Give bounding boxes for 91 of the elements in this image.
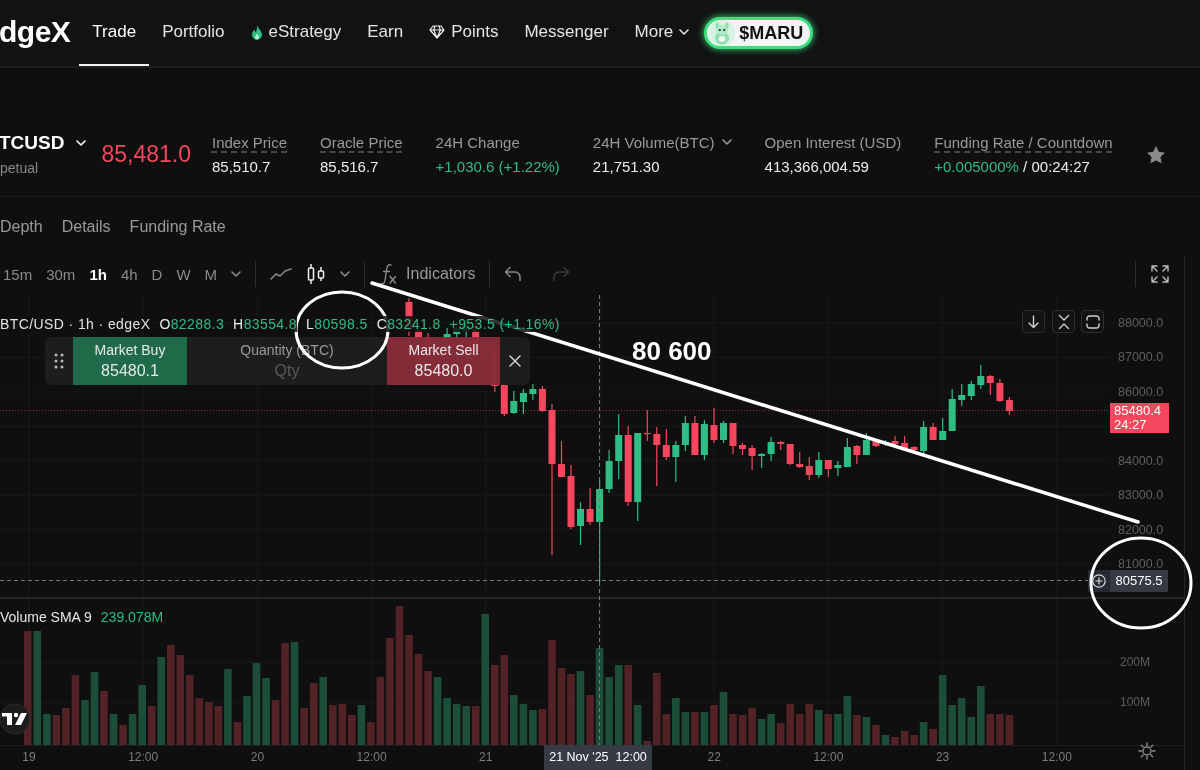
- stat-label: Oracle Price: [320, 133, 403, 151]
- line-chart-icon[interactable]: [270, 268, 293, 280]
- price-axis-label: 88000.0: [1118, 315, 1164, 331]
- time-axis-label: 21: [478, 749, 494, 765]
- price-axis-label: 86000.0: [1118, 383, 1164, 400]
- price-axis-label: 81000.0: [1118, 556, 1164, 572]
- mascot-icon: [709, 20, 736, 46]
- volume-axis-label: 100M: [1120, 694, 1151, 710]
- crosshair-price-label: 80575.5: [1110, 570, 1168, 592]
- close-icon[interactable]: [509, 355, 521, 367]
- crosshair-time-label: 21 Nov '25 12:00: [544, 745, 652, 770]
- favorite-star-icon[interactable]: [1146, 144, 1166, 164]
- stat-value: 21,751.30: [592, 157, 660, 175]
- stat-value: 85,516.7: [320, 157, 379, 175]
- time-axis-label: 12:00: [1040, 749, 1073, 765]
- nav-tab[interactable]: eStrategy: [237, 0, 355, 66]
- nav-tab[interactable]: Trade: [79, 0, 150, 66]
- chart-logo-icon[interactable]: [0, 703, 31, 735]
- symbol-selector[interactable]: TCUSD: [0, 132, 87, 154]
- countdown-value: / 00:24:27: [1023, 157, 1090, 175]
- stat-value: 85,510.7: [212, 157, 271, 175]
- interval-button[interactable]: 4h: [120, 265, 138, 283]
- chevron-down-icon[interactable]: [721, 139, 732, 145]
- undo-icon[interactable]: [504, 266, 523, 282]
- ohlc-value: O82288.3: [159, 316, 225, 332]
- interval-button[interactable]: M: [204, 265, 218, 283]
- tag-countdown-text: 24:27: [1114, 418, 1148, 432]
- diamond-icon: [429, 25, 446, 39]
- time-axis-label: 12:00: [355, 749, 388, 765]
- stat-dropdown[interactable]: 24H Volume(BTC): [592, 133, 732, 151]
- market-buy-button[interactable]: Market Buy 85480.1: [73, 337, 187, 385]
- brand-logo[interactable]: dgeX: [0, 15, 71, 49]
- price-axis-label: 82000.0: [1118, 521, 1164, 538]
- drag-handle-icon[interactable]: [54, 353, 64, 369]
- time-axis-label: 12:00: [812, 749, 845, 765]
- nav-tab[interactable]: More: [621, 0, 703, 66]
- time-axis-label: 19: [21, 749, 37, 765]
- price-axis-label: 84000.0: [1118, 452, 1164, 469]
- chart-legend-title: BTC/USD · 1h · edgeX: [0, 316, 151, 332]
- time-axis-label: 12:00: [127, 749, 160, 765]
- market-sell-button[interactable]: Market Sell 85480.0: [387, 337, 500, 385]
- quantity-input[interactable]: Qty: [197, 361, 377, 380]
- candlestick-icon[interactable]: [306, 263, 327, 285]
- ohlc-value: C83241.8: [376, 316, 441, 332]
- time-axis-label: 23: [934, 749, 951, 765]
- stat-value: +1,030.6 (+1.22%): [435, 157, 560, 175]
- chart-control-button[interactable]: [1052, 310, 1075, 333]
- interval-button[interactable]: D: [151, 265, 163, 283]
- interval-button[interactable]: W: [176, 265, 191, 283]
- chart-control-button[interactable]: [1022, 310, 1045, 333]
- nav-tab[interactable]: Points: [416, 0, 512, 66]
- funding-rate-value: +0.005000%: [934, 157, 1019, 175]
- stat-value: 413,366,004.59: [764, 157, 869, 175]
- indicators-button[interactable]: Indicators: [379, 263, 476, 285]
- token-button[interactable]: $MARU: [704, 17, 814, 49]
- nav-tab[interactable]: Messenger: [511, 0, 622, 66]
- plus-circle-icon: [1092, 574, 1106, 588]
- annotation-text: 80 600: [632, 336, 712, 366]
- nav-tab[interactable]: Earn: [354, 0, 417, 66]
- chevrons-icon: [1057, 313, 1070, 330]
- bracket-frame-icon: [1085, 314, 1100, 329]
- ohlc-value: H83554.8: [233, 316, 298, 332]
- stat-label: Funding Rate / Countdown: [934, 133, 1113, 151]
- ohlc-value: L80598.5: [306, 316, 368, 332]
- stat-label: Index Price: [212, 133, 288, 151]
- volume-axis-label: 200M: [1120, 654, 1151, 670]
- settings-icon[interactable]: [1138, 742, 1156, 760]
- time-axis-label: 20: [249, 749, 266, 765]
- price-change-value: +953.5 (+1.16%): [449, 316, 560, 332]
- indicator-title: Volume SMA 9: [0, 609, 92, 625]
- interval-button[interactable]: 1h: [89, 265, 107, 283]
- flame-icon: [250, 24, 263, 40]
- contract-type-label: petual: [0, 160, 40, 176]
- price-axis-label: 87000.0: [1118, 349, 1164, 366]
- time-axis-label: 22: [706, 749, 722, 765]
- nav-tab[interactable]: Portfolio: [149, 0, 238, 66]
- interval-button[interactable]: 15m: [3, 265, 33, 283]
- chart-tab[interactable]: Details: [61, 218, 111, 238]
- stat-label: Open Interest (USD): [764, 133, 902, 151]
- indicator-value: 239.078M: [100, 609, 164, 625]
- chart-tab[interactable]: Depth: [0, 218, 43, 238]
- chart-tab[interactable]: Funding Rate: [129, 218, 226, 238]
- fullscreen-icon[interactable]: [1150, 264, 1170, 284]
- price-axis-label: 83000.0: [1118, 487, 1164, 504]
- function-icon: [379, 263, 398, 285]
- arrow-down-icon: [1028, 314, 1039, 329]
- interval-button[interactable]: 30m: [46, 265, 76, 283]
- stat-label: 24H Change: [435, 133, 520, 151]
- tag-price-text: 85480.4: [1114, 404, 1162, 418]
- last-price: 85,481.0: [101, 140, 191, 168]
- chart-control-button[interactable]: [1081, 310, 1104, 333]
